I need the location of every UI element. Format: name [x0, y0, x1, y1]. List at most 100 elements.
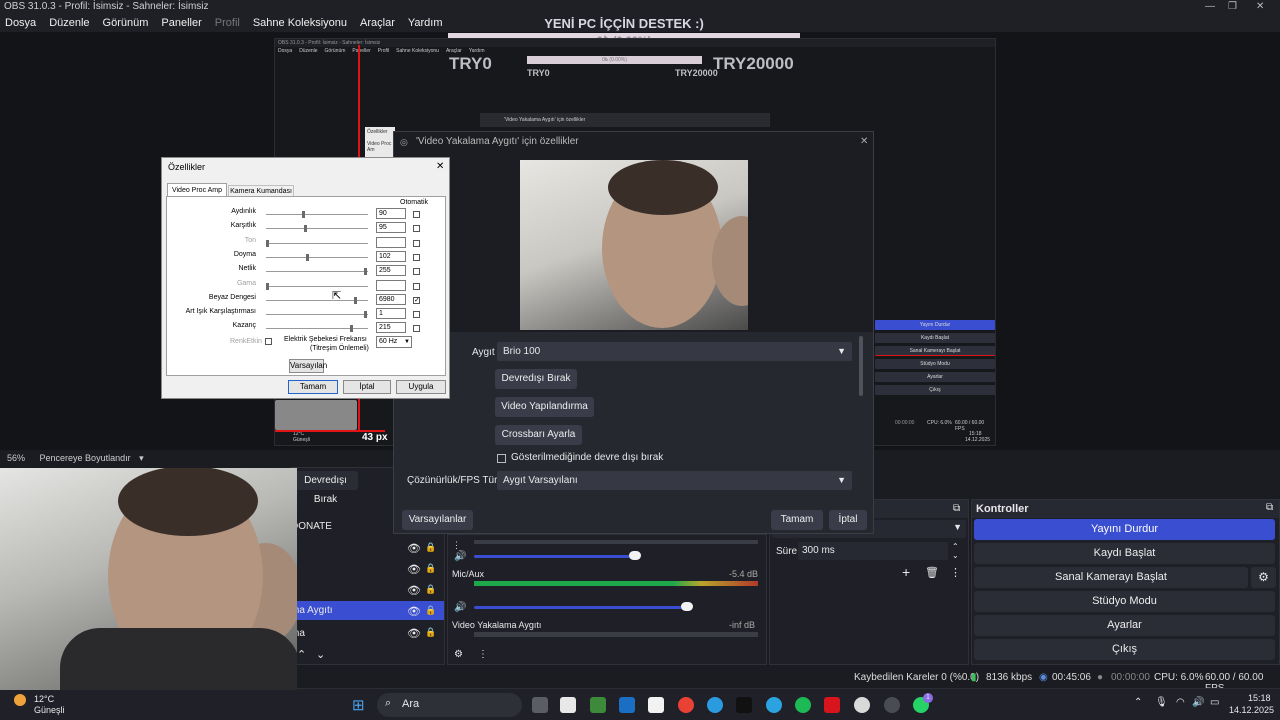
- weather-desc[interactable]: Güneşli: [34, 705, 65, 715]
- defaults-button[interactable]: Varsayılanlar: [402, 510, 473, 530]
- auto-checkbox[interactable]: [413, 239, 420, 247]
- netflix-icon[interactable]: [824, 697, 840, 713]
- volume-slider-thumb[interactable]: [629, 551, 641, 560]
- volume-icon[interactable]: 🔊: [1192, 697, 1204, 708]
- deactivate-button[interactable]: Devredışı Bırak: [495, 369, 577, 389]
- slider-track[interactable]: [266, 314, 368, 316]
- auto-checkbox[interactable]: ✓: [413, 296, 420, 304]
- slider-thumb[interactable]: [302, 211, 305, 218]
- defaults-button[interactable]: Varsayılan: [289, 359, 327, 373]
- wikipedia-icon[interactable]: [648, 697, 664, 713]
- eye-icon[interactable]: 👁: [407, 605, 421, 618]
- value-field[interactable]: 95: [376, 222, 406, 234]
- exit-button[interactable]: Çıkış: [974, 639, 1275, 660]
- start-recording-button[interactable]: Kaydı Başlat: [974, 543, 1275, 564]
- lock-icon[interactable]: 🔒: [425, 627, 436, 638]
- slider-thumb[interactable]: [350, 325, 353, 333]
- task-view-icon[interactable]: [532, 697, 548, 713]
- auto-checkbox[interactable]: [413, 311, 420, 319]
- freq-select[interactable]: 60 Hz ▼: [376, 336, 412, 348]
- device-select[interactable]: Brio 100 ▼: [497, 342, 852, 361]
- close-icon[interactable]: ✕: [436, 161, 444, 172]
- color-enable-checkbox[interactable]: [265, 338, 272, 345]
- menu-sahne-koleksiyonu[interactable]: Sahne Koleksiyonu: [253, 17, 347, 29]
- more-icon[interactable]: ⋮: [950, 566, 961, 579]
- minimize-icon[interactable]: —: [1205, 0, 1215, 14]
- edge-icon[interactable]: [707, 697, 723, 713]
- move-up-icon[interactable]: ⌃: [297, 648, 306, 661]
- clock-time[interactable]: 15:18: [1248, 693, 1271, 703]
- lock-icon[interactable]: 🔒: [425, 563, 436, 574]
- duration-input[interactable]: 300 ms: [798, 542, 948, 560]
- stop-stream-button[interactable]: Yayını Durdur: [974, 519, 1275, 540]
- source-item-selected[interactable]: ma Aygıtı: [291, 601, 444, 620]
- battery-icon[interactable]: ▭: [1210, 697, 1219, 708]
- menu-araclar[interactable]: Araçlar: [360, 17, 395, 29]
- spotify-icon[interactable]: [795, 697, 811, 713]
- menu-yardim[interactable]: Yardım: [408, 17, 443, 29]
- move-down-icon[interactable]: ⌄: [316, 648, 325, 661]
- slider-track[interactable]: [266, 285, 368, 287]
- gear-icon[interactable]: ⚙: [1251, 567, 1276, 588]
- chevron-down-icon[interactable]: ▾: [139, 453, 144, 463]
- slider-thumb[interactable]: [266, 239, 269, 247]
- menu-profil[interactable]: Profil: [215, 17, 240, 29]
- store-icon[interactable]: [560, 697, 576, 713]
- telegram-icon[interactable]: [766, 697, 782, 713]
- float-icon[interactable]: ⧉: [953, 503, 960, 514]
- stepper-down-icon[interactable]: ⌄: [952, 551, 959, 560]
- cancel-button[interactable]: İptal: [343, 380, 391, 394]
- auto-checkbox[interactable]: [413, 282, 420, 290]
- value-field[interactable]: [376, 279, 406, 291]
- ok-button[interactable]: Tamam: [771, 510, 823, 530]
- close-icon[interactable]: ✕: [860, 136, 868, 147]
- start-virtual-camera-button[interactable]: Sanal Kamerayı Başlat: [974, 567, 1248, 588]
- source-item-label[interactable]: DONATE: [291, 521, 332, 532]
- slider-thumb[interactable]: [364, 311, 367, 319]
- lock-icon[interactable]: 🔒: [425, 584, 436, 595]
- obs-icon[interactable]: [884, 697, 900, 713]
- windows-start-icon[interactable]: ⊞: [352, 696, 365, 714]
- value-field[interactable]: 90: [376, 208, 406, 219]
- tray-chevron-icon[interactable]: ⌃: [1134, 697, 1142, 708]
- float-icon[interactable]: ⧉: [1266, 502, 1273, 513]
- auto-checkbox[interactable]: [413, 253, 420, 261]
- value-field[interactable]: 6980: [376, 293, 406, 305]
- slider-thumb[interactable]: [266, 282, 269, 290]
- scrollbar[interactable]: [859, 336, 863, 396]
- auto-checkbox[interactable]: [413, 211, 420, 218]
- value-field[interactable]: [376, 236, 406, 248]
- add-icon[interactable]: +: [902, 564, 910, 580]
- eye-icon[interactable]: 👁: [407, 627, 421, 640]
- search-box[interactable]: ⌕ Ara: [377, 693, 522, 717]
- auto-checkbox[interactable]: [413, 325, 420, 333]
- crossbar-button[interactable]: Crossbarı Ayarla: [495, 425, 582, 445]
- chrome-icon[interactable]: [678, 697, 694, 713]
- slider-track[interactable]: [266, 228, 368, 230]
- settings-button[interactable]: Ayarlar: [974, 615, 1275, 636]
- slider-track[interactable]: [266, 214, 368, 215]
- wifi-icon[interactable]: ◠: [1176, 697, 1185, 708]
- eye-icon[interactable]: 👁: [407, 584, 421, 597]
- speaker-icon[interactable]: 🔊: [454, 551, 466, 562]
- ok-button[interactable]: Tamam: [288, 380, 338, 394]
- slider-track[interactable]: [266, 242, 368, 244]
- mic-icon[interactable]: 🎙: [1155, 697, 1168, 708]
- studio-mode-button[interactable]: Stüdyo Modu: [974, 591, 1275, 612]
- gear-icon[interactable]: ⚙: [454, 649, 463, 660]
- clock-date[interactable]: 14.12.2025: [1229, 705, 1274, 715]
- value-field[interactable]: 1: [376, 308, 406, 320]
- slider-thumb[interactable]: [364, 268, 367, 276]
- mixer-track-1-dots[interactable]: ⋮: [452, 540, 461, 551]
- menu-dosya[interactable]: Dosya: [5, 17, 36, 29]
- resolution-select[interactable]: Aygıt Varsayılanı ▼: [497, 471, 852, 490]
- hide-checkbox[interactable]: [497, 454, 506, 463]
- value-field[interactable]: 102: [376, 250, 406, 262]
- weather-temp[interactable]: 12°C: [34, 694, 54, 704]
- speaker-icon[interactable]: 🔊: [454, 602, 466, 613]
- mixer-track-2-volume[interactable]: [474, 606, 688, 609]
- volume-slider-thumb[interactable]: [681, 602, 693, 611]
- eye-icon[interactable]: 👁: [407, 563, 421, 576]
- stepper-up-icon[interactable]: ⌃: [952, 542, 959, 551]
- menu-duzenle[interactable]: Düzenle: [49, 17, 89, 29]
